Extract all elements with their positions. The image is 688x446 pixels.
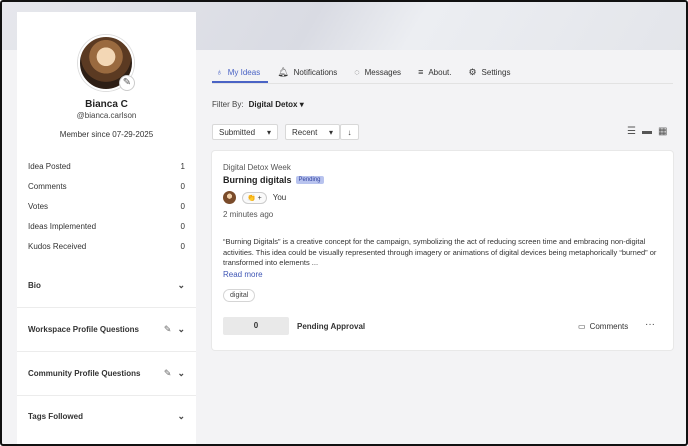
- divider: [212, 83, 673, 84]
- filter-bar: Filter By: Digital Detox ▾: [212, 100, 304, 109]
- profile-name: Bianca C: [85, 99, 128, 110]
- tab-my-ideas[interactable]: ♁ My Ideas: [216, 64, 268, 80]
- section-community-questions[interactable]: Community Profile Questions ✎ ⌄: [28, 368, 185, 379]
- idea-authors: 👏 + You: [223, 191, 286, 204]
- chevron-down-icon: ⌄: [177, 280, 185, 290]
- edit-icon[interactable]: ✎: [164, 368, 172, 379]
- idea-category: Digital Detox Week: [223, 163, 291, 172]
- compact-view-icon[interactable]: ▬: [642, 126, 652, 137]
- order-dropdown[interactable]: Recent ▾: [285, 124, 340, 140]
- section-workspace-questions[interactable]: Workspace Profile Questions ✎ ⌄: [28, 324, 185, 335]
- comment-icon: ▭: [578, 322, 586, 331]
- grid-view-icon[interactable]: ▦: [658, 126, 667, 137]
- bulb-icon: ♁: [216, 67, 223, 77]
- tab-notifications[interactable]: 🔔︎ Notifications: [277, 64, 345, 80]
- caret-down-icon: ▾: [328, 127, 333, 137]
- profile-tabs: ♁ My Ideas 🔔︎ Notifications ◌ Messages ≡…: [216, 64, 527, 80]
- status-badge: Pending: [295, 176, 324, 184]
- edit-avatar-icon[interactable]: ✎: [119, 75, 135, 91]
- view-toggle: ☰ ▬ ▦: [627, 126, 667, 137]
- idea-card: Digital Detox Week Burning digitals Pend…: [212, 151, 673, 350]
- status-dropdown[interactable]: Submitted ▾: [212, 124, 278, 140]
- stat-ideas-implemented: Ideas Implemented 0: [28, 222, 185, 231]
- section-tags-followed[interactable]: Tags Followed ⌄: [28, 411, 185, 422]
- section-bio[interactable]: Bio ⌄: [28, 280, 185, 291]
- avatar: [223, 191, 236, 204]
- member-since: Member since 07-29-2025: [59, 130, 154, 139]
- divider: [17, 351, 196, 352]
- stat-kudos-received: Kudos Received 0: [28, 242, 185, 251]
- idea-title[interactable]: Burning digitals Pending: [223, 175, 324, 185]
- profile-handle: @bianca.carlson: [76, 111, 137, 120]
- list-view-icon[interactable]: ☰: [627, 126, 636, 137]
- vote-count[interactable]: 0: [223, 317, 289, 335]
- tab-about[interactable]: ≡ About.: [418, 64, 459, 80]
- sort-direction-button[interactable]: ↓: [340, 124, 359, 140]
- filter-dropdown[interactable]: Digital Detox ▾: [249, 100, 304, 109]
- bell-icon: 🔔︎: [277, 66, 289, 77]
- stat-comments: Comments 0: [28, 182, 185, 191]
- divider: [17, 395, 196, 396]
- app-frame: ✎ Bianca C @bianca.carlson Member since …: [0, 0, 688, 446]
- approval-status: Pending Approval: [297, 322, 366, 331]
- posted-time: 2 minutes ago: [223, 210, 274, 219]
- list-icon: ≡: [418, 67, 424, 77]
- chevron-down-icon: ⌄: [177, 324, 185, 334]
- stat-votes: Votes 0: [28, 202, 185, 211]
- tab-messages[interactable]: ◌ Messages: [354, 64, 409, 80]
- gear-icon: ⚙: [468, 66, 477, 77]
- edit-icon[interactable]: ✎: [164, 324, 172, 335]
- divider: [17, 307, 196, 308]
- read-more-link[interactable]: Read more: [223, 270, 263, 279]
- idea-description: “Burning Digitals” is a creative concept…: [223, 237, 657, 267]
- more-options-icon[interactable]: ···: [645, 319, 655, 330]
- tag-chip[interactable]: digital: [223, 289, 256, 302]
- arrow-down-icon: ↓: [347, 127, 352, 137]
- reaction-pill[interactable]: 👏 +: [242, 191, 267, 204]
- caret-down-icon: ▾: [266, 127, 271, 137]
- comments-button[interactable]: ▭ Comments: [578, 322, 628, 331]
- chat-icon: ◌: [354, 67, 360, 77]
- profile-sidebar: ✎ Bianca C @bianca.carlson Member since …: [17, 12, 196, 444]
- stat-ideas-posted: Idea Posted 1: [28, 162, 185, 171]
- chevron-down-icon: ⌄: [177, 368, 185, 378]
- chevron-down-icon: ⌄: [177, 411, 185, 421]
- tab-settings[interactable]: ⚙ Settings: [468, 64, 518, 80]
